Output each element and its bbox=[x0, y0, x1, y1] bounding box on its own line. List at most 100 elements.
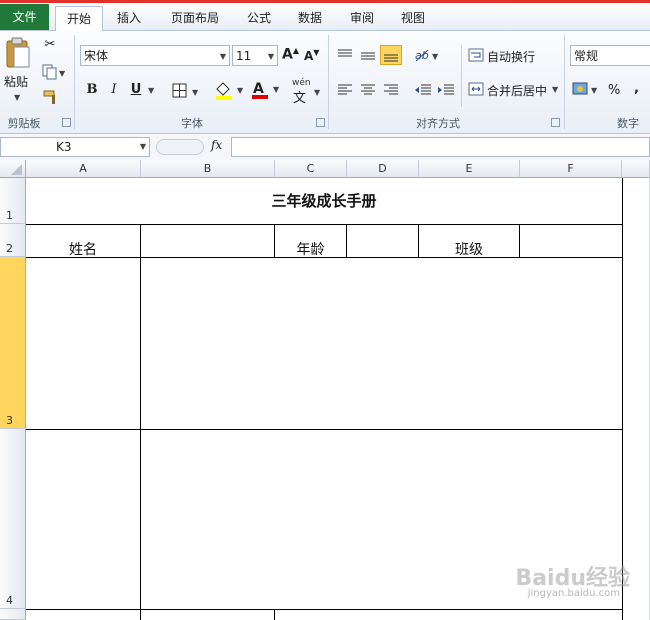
column-header-b[interactable]: B bbox=[141, 160, 275, 178]
clipboard-group-label: 剪贴板 bbox=[7, 117, 41, 130]
align-right-icon[interactable] bbox=[383, 83, 399, 100]
row-header-3[interactable]: 3 bbox=[0, 257, 26, 429]
divider bbox=[461, 45, 462, 107]
format-painter-icon[interactable] bbox=[42, 89, 60, 108]
align-left-icon[interactable] bbox=[337, 83, 353, 100]
font-name-select[interactable]: 宋体 ▼ bbox=[80, 45, 230, 66]
orientation-icon[interactable]: ab▼ bbox=[414, 47, 440, 66]
formula-input[interactable] bbox=[231, 137, 650, 157]
tab-insert[interactable]: 插入 bbox=[106, 6, 152, 30]
tab-formulas[interactable]: 公式 bbox=[237, 6, 281, 30]
svg-text:A: A bbox=[253, 81, 264, 97]
group-divider bbox=[74, 35, 75, 129]
tab-home[interactable]: 开始 bbox=[55, 6, 103, 32]
phonetic-guide-icon[interactable]: 文 bbox=[293, 87, 306, 106]
font-size-select[interactable]: 11 ▼ bbox=[232, 45, 278, 66]
row-header-2[interactable]: 2 bbox=[0, 224, 26, 257]
alignment-launcher-icon[interactable] bbox=[551, 118, 560, 127]
align-bottom-button[interactable] bbox=[380, 45, 402, 65]
decrease-font-icon[interactable]: A▼ bbox=[304, 48, 319, 63]
increase-indent-icon[interactable] bbox=[437, 83, 455, 100]
table-border bbox=[26, 609, 622, 610]
number-format-select[interactable]: 常规 bbox=[570, 45, 650, 66]
class-label-cell[interactable]: 班级 bbox=[419, 239, 519, 259]
font-size-value: 11 bbox=[236, 49, 252, 63]
group-divider bbox=[564, 35, 565, 129]
row-header-5[interactable] bbox=[0, 609, 26, 620]
column-header-next[interactable] bbox=[622, 160, 650, 178]
column-header-c[interactable]: C bbox=[275, 160, 347, 178]
accounting-format-icon: ▼ bbox=[572, 82, 598, 95]
column-header-d[interactable]: D bbox=[347, 160, 419, 178]
wrap-text-label[interactable]: 自动换行 bbox=[487, 48, 535, 65]
name-label-cell[interactable]: 姓名 bbox=[26, 239, 140, 259]
font-launcher-icon[interactable] bbox=[316, 118, 325, 127]
tab-review[interactable]: 审阅 bbox=[340, 6, 384, 30]
tab-view[interactable]: 视图 bbox=[391, 6, 435, 30]
svg-text:▼: ▼ bbox=[237, 86, 244, 95]
increase-font-icon[interactable]: A▲ bbox=[282, 46, 299, 63]
tab-page-layout[interactable]: 页面布局 bbox=[160, 6, 230, 30]
chevron-down-icon: ▼ bbox=[219, 52, 226, 61]
column-header-a[interactable]: A bbox=[26, 160, 141, 178]
select-all-icon bbox=[11, 164, 22, 175]
borders-button[interactable]: ▼ bbox=[172, 83, 202, 102]
italic-button[interactable]: I bbox=[106, 82, 122, 97]
number-format-value: 常规 bbox=[574, 49, 599, 63]
paste-dropdown-icon[interactable]: ▼ bbox=[14, 93, 20, 102]
name-box[interactable]: K3 ▼ bbox=[0, 137, 150, 157]
decrease-indent-icon[interactable] bbox=[414, 83, 432, 100]
row-header-1[interactable]: 1 bbox=[0, 178, 26, 224]
bold-button[interactable]: B bbox=[84, 82, 100, 97]
chevron-down-icon: ▼ bbox=[139, 142, 146, 151]
table-border bbox=[26, 224, 622, 225]
fill-color-button[interactable]: ▼ bbox=[214, 81, 246, 104]
cut-icon[interactable]: ✂ bbox=[42, 37, 58, 52]
copy-button[interactable]: ▼ bbox=[42, 64, 68, 83]
chevron-down-icon[interactable]: ▼ bbox=[552, 85, 558, 94]
insert-function-button[interactable]: fx bbox=[211, 138, 222, 152]
alignment-group-label: 对齐方式 bbox=[416, 117, 460, 130]
align-center-icon[interactable] bbox=[360, 83, 376, 100]
table-border bbox=[26, 429, 622, 430]
svg-text:▼: ▼ bbox=[591, 86, 598, 95]
formula-bar-resize-handle[interactable] bbox=[156, 139, 204, 155]
column-header-f[interactable]: F bbox=[520, 160, 622, 178]
chevron-down-icon[interactable]: ▼ bbox=[314, 88, 320, 97]
table-border bbox=[274, 609, 275, 620]
tab-file[interactable]: 文件 bbox=[0, 4, 49, 30]
sheet-title-cell[interactable]: 三年级成长手册 bbox=[26, 190, 622, 211]
font-color-button[interactable]: A ▼ bbox=[250, 80, 282, 103]
font-group-label: 字体 bbox=[181, 117, 203, 130]
fill-color-icon: ▼ bbox=[216, 82, 244, 100]
merge-center-icon bbox=[468, 82, 484, 96]
table-border bbox=[622, 178, 623, 620]
align-middle-icon[interactable] bbox=[360, 48, 376, 65]
name-box-value: K3 bbox=[56, 140, 72, 154]
paste-button[interactable] bbox=[4, 37, 32, 71]
worksheet-grid: A B C D E F 1 2 3 4 三年级成长手册 姓名 年龄 班级 Bai… bbox=[0, 160, 650, 620]
tab-data[interactable]: 数据 bbox=[288, 6, 332, 30]
accounting-format-button[interactable]: ▼ bbox=[572, 81, 600, 100]
comma-style-button[interactable]: , bbox=[634, 81, 639, 96]
paste-label[interactable]: 粘贴 bbox=[4, 73, 28, 90]
percent-style-button[interactable]: % bbox=[608, 83, 620, 98]
underline-button[interactable]: U bbox=[128, 82, 144, 97]
wrap-text-button[interactable] bbox=[468, 47, 484, 66]
merge-center-button[interactable] bbox=[468, 81, 484, 100]
svg-text:▼: ▼ bbox=[192, 88, 199, 97]
clipboard-launcher-icon[interactable] bbox=[62, 118, 71, 127]
svg-text:▼: ▼ bbox=[273, 85, 280, 94]
select-all-corner[interactable] bbox=[0, 160, 26, 178]
age-label-cell[interactable]: 年龄 bbox=[275, 239, 346, 259]
font-name-value: 宋体 bbox=[84, 49, 109, 63]
chevron-down-icon[interactable]: ▼ bbox=[148, 86, 154, 95]
row-header-4[interactable]: 4 bbox=[0, 429, 26, 609]
ribbon-home: 粘贴 ▼ ✂ ▼ 剪贴板 宋体 ▼ 11 ▼ A▲ A▼ B I U ▼ ▼ ▼… bbox=[0, 31, 650, 134]
table-border bbox=[140, 224, 141, 620]
merge-center-label[interactable]: 合并后居中 bbox=[487, 82, 547, 99]
svg-text:▼: ▼ bbox=[432, 52, 439, 61]
ribbon-tab-strip: 文件 开始 插入 页面布局 公式 数据 审阅 视图 bbox=[0, 0, 650, 32]
column-header-e[interactable]: E bbox=[419, 160, 520, 178]
align-top-icon[interactable] bbox=[337, 48, 353, 65]
